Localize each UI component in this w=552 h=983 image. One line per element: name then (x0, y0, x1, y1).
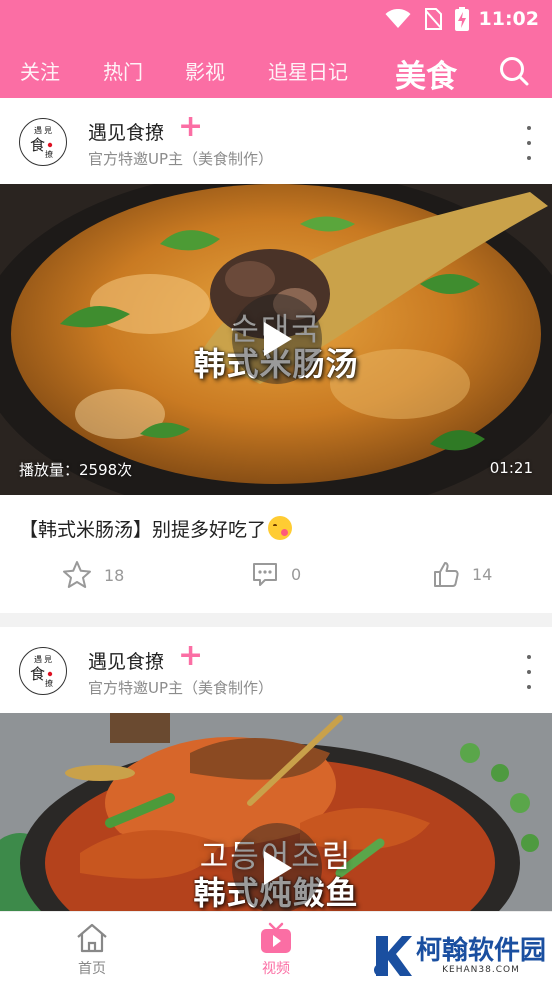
nav-home[interactable]: 首页 (52, 922, 132, 978)
search-icon[interactable] (498, 55, 530, 87)
status-time: 11:02 (478, 8, 539, 30)
nav-video[interactable]: 视频 (236, 922, 316, 978)
video-thumbnail[interactable]: 고등어조림 韩式炖鲅鱼 (0, 713, 552, 917)
like-button[interactable]: 14 (432, 560, 492, 588)
top-header: 11:02 关注 热门 影视 追星日记 美食 (0, 0, 552, 98)
tab-follow[interactable]: 关注 (20, 56, 60, 85)
view-count: 播放量：2598次 (19, 461, 133, 479)
watermark-logo-icon (374, 936, 412, 976)
favorite-button[interactable]: 18 (62, 560, 124, 590)
category-tabs: 关注 热门 影视 追星日记 美食 (0, 48, 552, 96)
author-name[interactable]: 遇见食撩 (88, 118, 164, 145)
favorite-count: 18 (104, 565, 125, 585)
nav-home-label: 首页 (78, 961, 106, 977)
avatar-char: 遇 (34, 126, 42, 135)
avatar[interactable]: 遇 見 食 撩 (19, 118, 67, 166)
comment-icon (253, 563, 277, 586)
author-subtitle: 官方特邀UP主（美食制作） (88, 150, 274, 168)
home-icon (77, 923, 107, 953)
follow-button[interactable]: + (178, 641, 203, 671)
video-title[interactable]: 【韩式米肠汤】别提多好吃了 (19, 515, 293, 542)
play-button[interactable] (232, 823, 322, 913)
author-name[interactable]: 遇见食撩 (88, 647, 164, 674)
author-subtitle: 官方特邀UP主（美食制作） (88, 679, 274, 697)
video-icon (261, 922, 291, 953)
play-button[interactable] (232, 294, 322, 384)
watermark-name: 柯翰软件园 (416, 936, 547, 966)
avatar-char: 撩 (45, 149, 53, 159)
video-duration: 01:21 (489, 459, 533, 477)
avatar-char: 見 (44, 655, 52, 664)
status-bar: 11:02 (352, 0, 552, 38)
card-header: 遇 見 食 撩 遇见食撩 + 官方特邀UP主（美食制作） (0, 627, 552, 713)
tab-film[interactable]: 影视 (185, 56, 225, 85)
star-icon (63, 561, 91, 588)
tab-star-diary[interactable]: 追星日记 (268, 56, 348, 85)
bottom-navigation: 首页 视频 柯翰软件园 KEHAN38.COM (0, 911, 552, 983)
avatar[interactable]: 遇 見 食 撩 (19, 647, 67, 695)
tab-hot[interactable]: 热门 (103, 56, 143, 85)
play-icon (264, 322, 292, 356)
avatar-char: 撩 (45, 678, 53, 688)
more-options-icon[interactable] (518, 655, 540, 689)
like-count: 14 (472, 564, 493, 584)
video-card: 遇 見 食 撩 遇见食撩 + 官方特邀UP主（美食制作） (0, 98, 552, 613)
avatar-char: 遇 (34, 655, 42, 664)
avatar-char: 食 (30, 665, 45, 683)
video-title-text: 【韩式米肠汤】别提多好吃了 (19, 519, 267, 541)
play-icon (264, 851, 292, 885)
more-options-icon[interactable] (518, 126, 540, 160)
watermark: 柯翰软件园 KEHAN38.COM (372, 934, 546, 978)
avatar-char: 見 (44, 126, 52, 135)
nav-video-label: 视频 (262, 961, 290, 977)
action-bar: 18 0 14 (0, 560, 552, 596)
tab-food[interactable]: 美食 (395, 51, 457, 96)
no-sim-icon (424, 8, 442, 30)
thumbs-up-icon (434, 562, 459, 587)
comment-count: 0 (291, 564, 302, 584)
card-header: 遇 見 食 撩 遇见食撩 + 官方特邀UP主（美食制作） (0, 98, 552, 184)
watermark-url: KEHAN38.COM (442, 965, 520, 975)
wifi-icon (385, 9, 411, 29)
battery-charging-icon (454, 7, 469, 31)
avatar-char: 食 (30, 136, 45, 154)
video-card: 遇 見 食 撩 遇见食撩 + 官方特邀UP主（美食制作） (0, 627, 552, 917)
yummy-emoji-icon (268, 516, 293, 540)
video-thumbnail[interactable]: 순대국 韩式米肠汤 播放量：2598次 01:21 (0, 184, 552, 495)
comment-button[interactable]: 0 (251, 560, 301, 588)
follow-button[interactable]: + (178, 112, 203, 142)
